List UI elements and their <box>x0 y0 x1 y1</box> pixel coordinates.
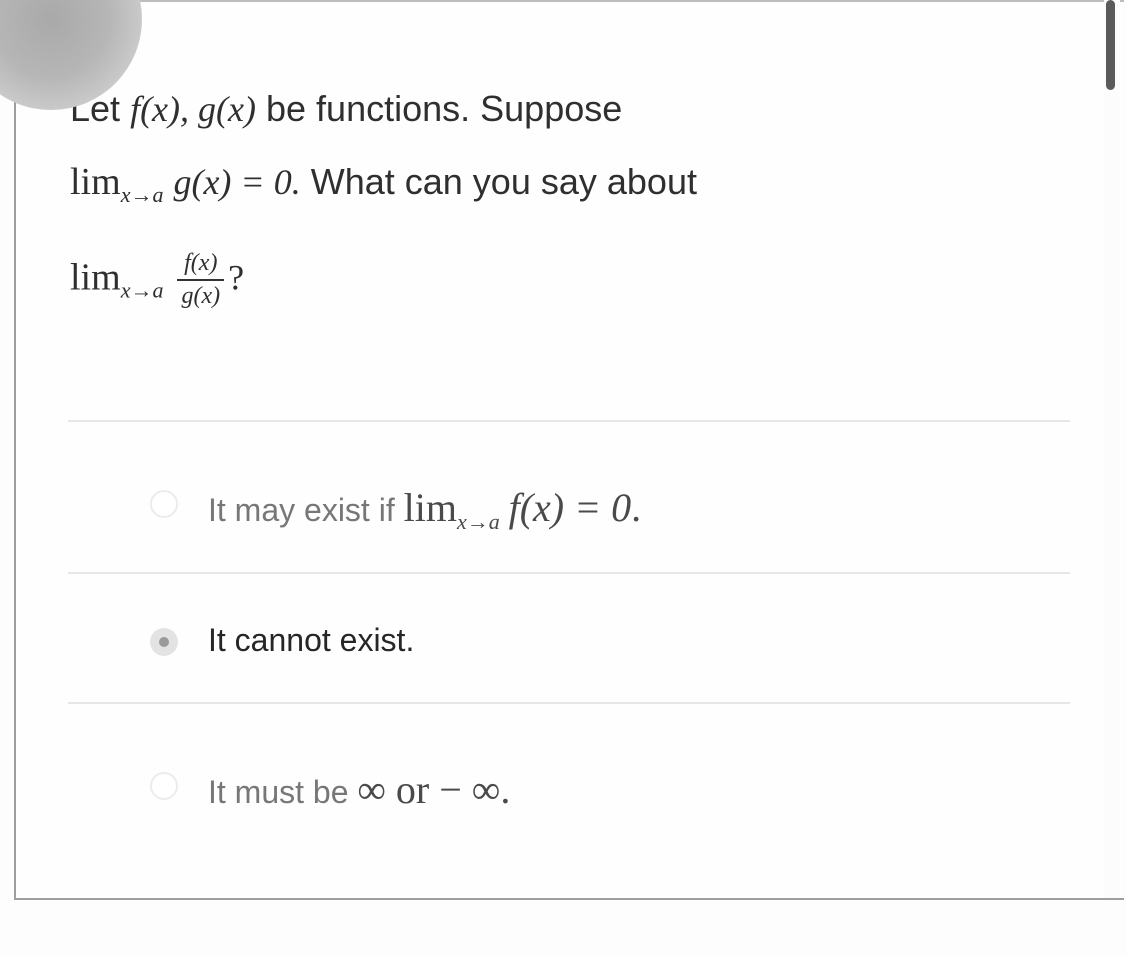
question-card <box>14 0 1124 900</box>
scrollbar-thumb[interactable] <box>1106 0 1115 90</box>
answer-option-label[interactable]: It cannot exist. <box>208 622 414 659</box>
option-text: It may exist if <box>208 492 395 528</box>
period: . <box>500 767 511 812</box>
lim-operator: lim <box>70 161 121 203</box>
lim-operator: lim <box>403 485 457 530</box>
fraction-numerator: f(x) <box>177 250 225 281</box>
question-line1-suffix: be functions. Suppose <box>266 88 623 129</box>
question-mark: ? <box>228 257 245 298</box>
radio-button[interactable] <box>150 772 178 800</box>
limit-g-math: g(x) = 0. <box>173 162 301 202</box>
infinity-math: ∞ or − ∞ <box>357 767 501 812</box>
question-line2-suffix: What can you say about <box>310 161 697 202</box>
question-line-3: limx→a f(x) g(x) ? <box>70 250 244 310</box>
limit-f-math: f(x) = 0 <box>508 485 632 530</box>
scrollbar-track[interactable] <box>1104 0 1120 898</box>
question-line-1: Let f(x), g(x) be functions. Suppose <box>70 88 622 130</box>
radio-button-selected[interactable] <box>150 628 178 656</box>
question-functions-math: f(x), g(x) <box>130 89 256 129</box>
answer-option-label[interactable]: It must be ∞ or − ∞. <box>208 766 510 813</box>
lim-subscript: x→a <box>120 277 164 303</box>
answer-option-label[interactable]: It may exist if limx→a f(x) = 0. <box>208 484 641 535</box>
divider <box>68 572 1070 574</box>
divider <box>68 420 1070 422</box>
lim-subscript: x→a <box>120 182 164 207</box>
divider <box>68 702 1070 704</box>
option-text: It must be <box>208 774 349 810</box>
period: . <box>631 485 642 530</box>
lim-subscript: x→a <box>456 509 500 534</box>
fraction-denominator: g(x) <box>181 283 221 309</box>
lim-operator: lim <box>70 256 121 299</box>
fraction: f(x) g(x) <box>177 250 225 310</box>
radio-button[interactable] <box>150 490 178 518</box>
question-line-2: limx→a g(x) = 0. What can you say about <box>70 160 697 208</box>
